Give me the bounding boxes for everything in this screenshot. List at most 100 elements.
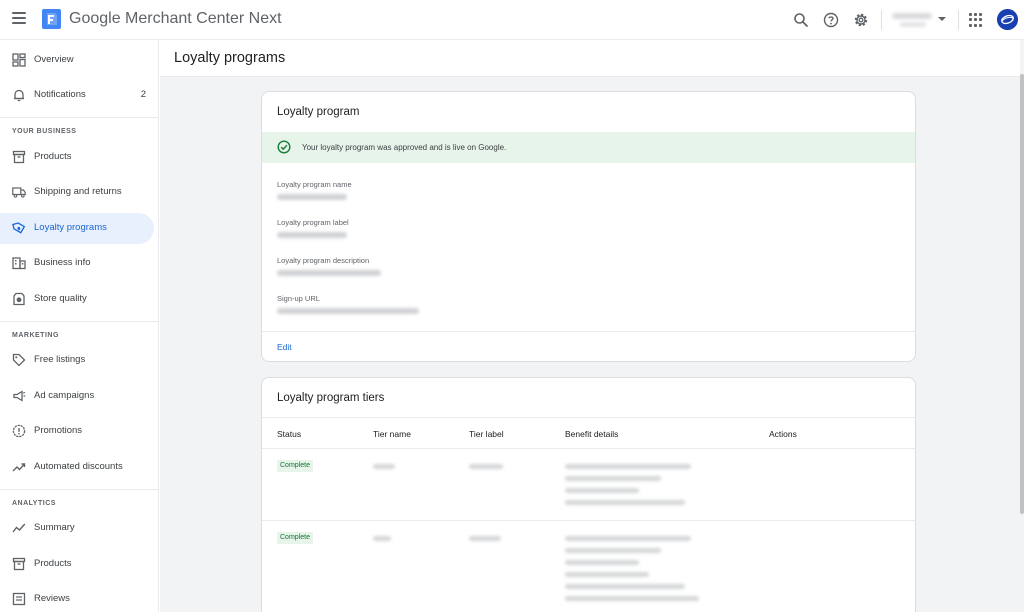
section-header-marketing: MARKETING <box>12 332 59 339</box>
dashboard-icon <box>12 53 26 67</box>
section-header-your-business: YOUR BUSINESS <box>12 128 77 135</box>
tier-label-redacted <box>469 464 503 469</box>
archive-icon <box>12 557 26 571</box>
benefit-line-redacted <box>565 488 639 493</box>
loyalty-program-card: Loyalty program Your loyalty program was… <box>261 91 916 362</box>
sidebar-item-label: Ad campaigns <box>34 390 95 401</box>
sidebar-item-label: Overview <box>34 54 74 65</box>
sidebar-item-label: Notifications <box>34 89 86 100</box>
sidebar-item-shipping-and-returns[interactable]: Shipping and returns <box>0 177 154 208</box>
avatar[interactable] <box>997 9 1018 30</box>
field-value-redacted <box>277 308 419 314</box>
account-switcher[interactable] <box>882 9 950 31</box>
sidebar-item-ad-campaigns[interactable]: Ad campaigns <box>0 381 154 412</box>
sidebar-item-label: Reviews <box>34 593 70 604</box>
sidebar-item-label: Automated discounts <box>34 461 123 472</box>
top-app-bar: Google Merchant Center Next <box>0 0 1024 40</box>
edit-button[interactable]: Edit <box>277 342 292 352</box>
help-icon[interactable] <box>822 11 840 29</box>
loyalty-icon <box>12 222 26 234</box>
divider <box>262 417 915 418</box>
bell-icon <box>14 89 24 102</box>
sidebar-item-label: Free listings <box>34 354 86 365</box>
benefit-line-redacted <box>565 572 649 577</box>
field-label-label: Loyalty program label <box>277 218 349 227</box>
status-badge: Complete <box>277 532 313 544</box>
sidebar-item-automated-discounts[interactable]: Automated discounts <box>0 452 154 483</box>
page-header: Loyalty programs <box>160 40 1020 77</box>
sidebar-item-label: Business info <box>34 257 91 268</box>
section-header-analytics: ANALYTICS <box>12 500 56 507</box>
column-header-benefit-details: Benefit details <box>565 429 619 439</box>
tag-icon <box>12 353 26 367</box>
menu-icon[interactable] <box>12 12 26 26</box>
sidebar-item-label: Products <box>34 558 72 569</box>
card-title: Loyalty program tiers <box>277 392 385 404</box>
field-label-description: Loyalty program description <box>277 256 370 265</box>
field-value-redacted <box>277 194 347 200</box>
sidebar-item-loyalty-programs[interactable]: Loyalty programs <box>0 213 154 244</box>
benefit-line-redacted <box>565 584 685 589</box>
apps-icon[interactable] <box>969 13 983 27</box>
notification-count-badge: 2 <box>140 89 146 100</box>
benefit-line-redacted <box>565 464 691 469</box>
sidebar-item-promotions[interactable]: Promotions <box>0 416 154 447</box>
sidebar-item-products[interactable]: Products <box>0 142 154 173</box>
page-title: Loyalty programs <box>174 50 286 66</box>
settings-icon[interactable] <box>852 11 870 29</box>
app-title: Google Merchant Center Next <box>69 10 282 27</box>
sidebar-item-reviews[interactable]: Reviews <box>0 584 154 612</box>
benefit-line-redacted <box>565 560 639 565</box>
account-name-redacted <box>892 13 932 19</box>
column-header-tier-name: Tier name <box>373 429 411 439</box>
sidebar-item-label: Store quality <box>34 293 87 304</box>
banner-text: Your loyalty program was approved and is… <box>302 143 507 152</box>
field-value-redacted <box>277 232 347 238</box>
divider <box>0 117 158 118</box>
tier-name-redacted <box>373 536 391 541</box>
field-value-redacted <box>277 270 381 276</box>
field-label-signup-url: Sign-up URL <box>277 294 320 303</box>
status-badge: Complete <box>277 460 313 472</box>
benefit-line-redacted <box>565 548 661 553</box>
trend-icon <box>12 463 26 472</box>
chart-line-icon <box>12 523 26 533</box>
divider <box>0 321 158 322</box>
column-header-actions: Actions <box>769 429 797 439</box>
merchant-center-logo <box>42 9 61 29</box>
sidebar-item-overview[interactable]: Overview <box>0 45 154 76</box>
benefit-line-redacted <box>565 536 691 541</box>
scrollbar[interactable] <box>1020 74 1024 514</box>
column-header-tier-label: Tier label <box>469 429 504 439</box>
sidebar-item-analytics-products[interactable]: Products <box>0 549 154 580</box>
sidebar-item-store-quality[interactable]: Store quality <box>0 284 154 315</box>
sidebar-item-summary[interactable]: Summary <box>0 513 154 544</box>
sidebar: Overview Notifications 2 YOUR BUSINESS P… <box>0 40 159 612</box>
sidebar-item-notifications[interactable]: Notifications 2 <box>0 80 154 111</box>
sidebar-item-label: Loyalty programs <box>34 222 107 233</box>
divider <box>262 520 915 521</box>
sidebar-item-free-listings[interactable]: Free listings <box>0 345 154 376</box>
benefit-line-redacted <box>565 596 699 601</box>
account-id-redacted <box>900 22 926 27</box>
divider <box>262 331 915 332</box>
benefit-line-redacted <box>565 476 661 481</box>
column-header-status: Status <box>277 429 302 439</box>
building-icon <box>12 257 26 270</box>
divider <box>0 489 158 490</box>
approval-banner: Your loyalty program was approved and is… <box>262 132 915 163</box>
search-icon[interactable] <box>792 11 810 29</box>
reviews-icon <box>12 592 26 606</box>
chevron-down-icon <box>938 17 946 21</box>
main-content: Loyalty programs Loyalty program Your lo… <box>160 40 1024 612</box>
truck-icon <box>12 187 26 198</box>
sidebar-item-business-info[interactable]: Business info <box>0 248 154 279</box>
tier-name-redacted <box>373 464 395 469</box>
store-quality-icon <box>13 292 25 306</box>
loyalty-tiers-card: Loyalty program tiers Status Tier name T… <box>261 377 916 612</box>
check-circle-icon <box>277 140 291 154</box>
benefit-line-redacted <box>565 500 685 505</box>
sidebar-item-label: Products <box>34 151 72 162</box>
megaphone-icon <box>13 390 26 402</box>
card-title: Loyalty program <box>277 106 360 118</box>
